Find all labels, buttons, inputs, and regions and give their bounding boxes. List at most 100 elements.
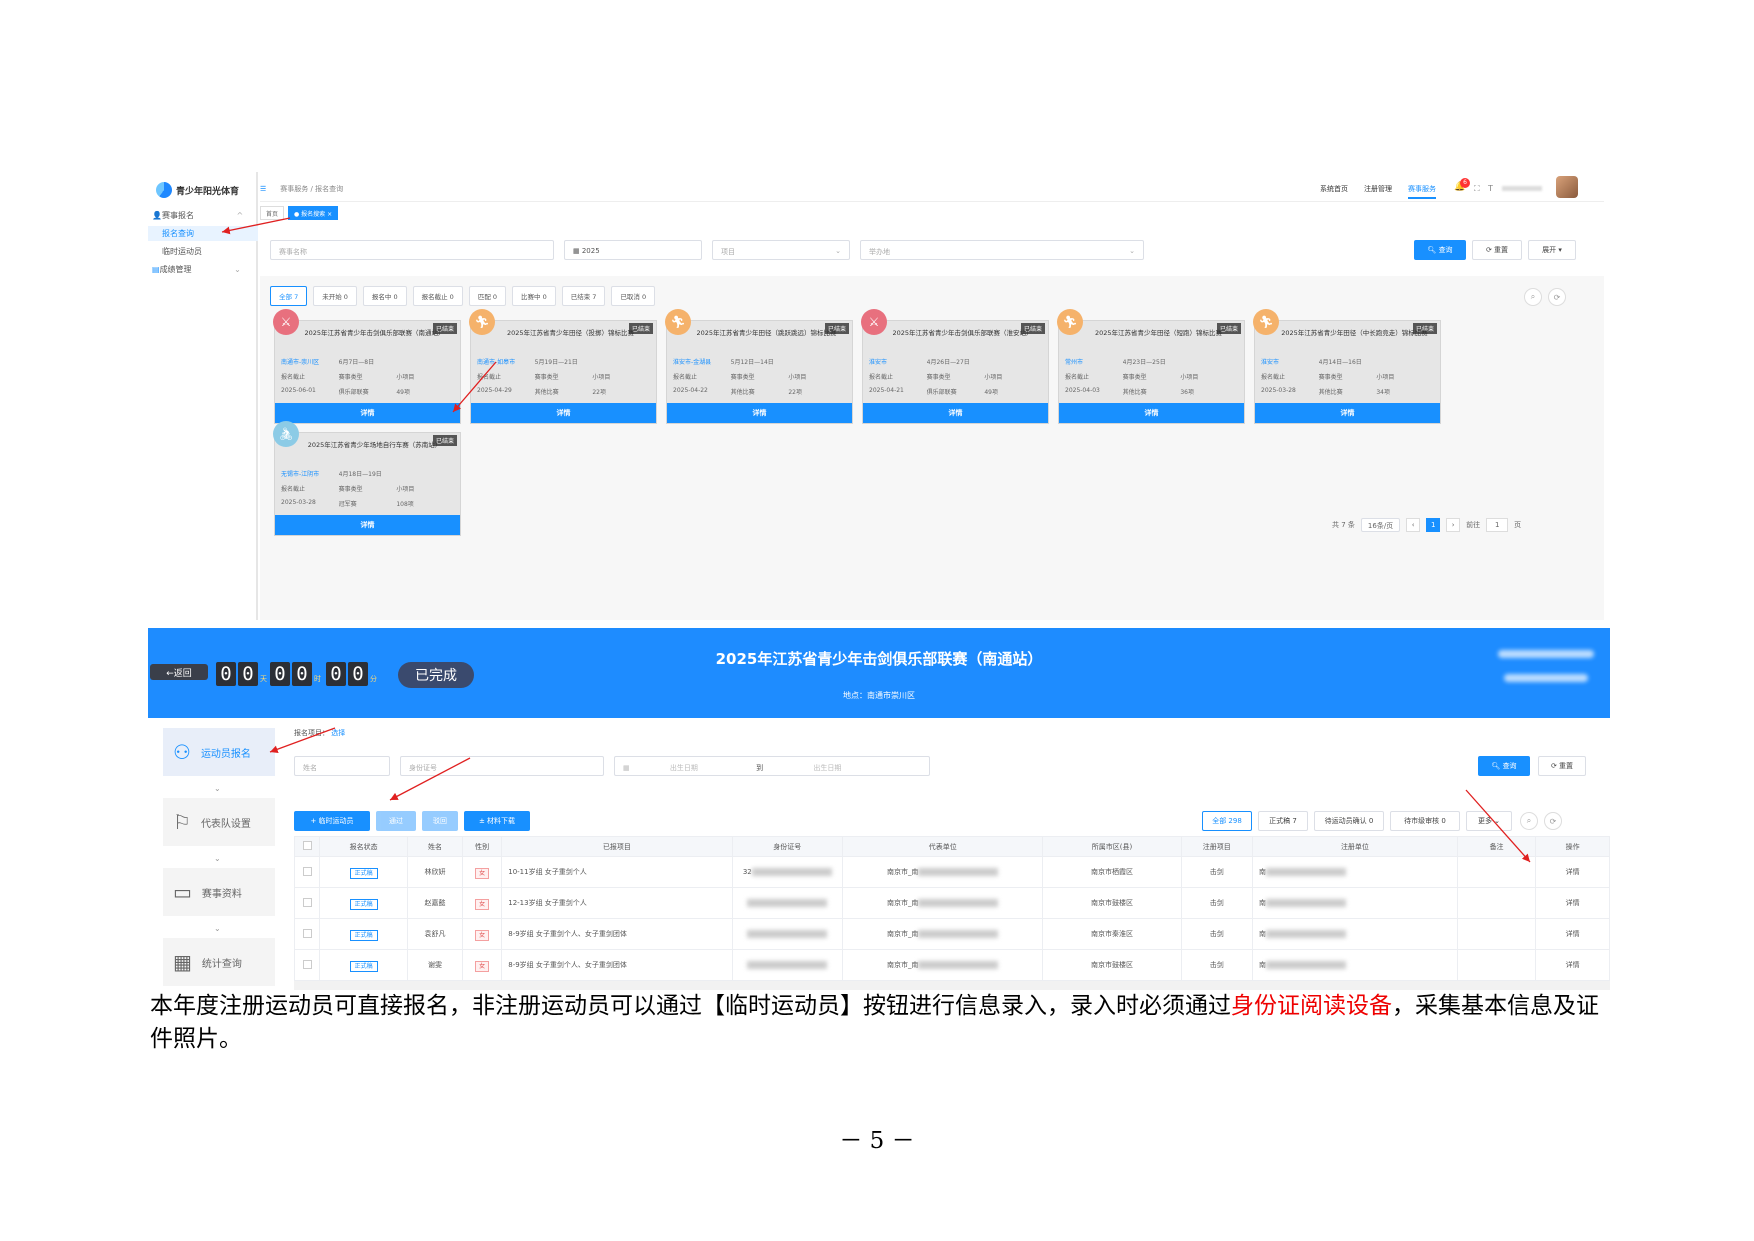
avatar[interactable] <box>1556 176 1578 198</box>
tab-reg-closed[interactable]: 报名截止 0 <box>412 286 463 306</box>
menu-icon[interactable]: ☰ <box>260 185 266 193</box>
unit-minute: 分 <box>370 675 377 683</box>
event-card: ⚔ 已结束 2025年江苏省青少年击剑俱乐部联赛（淮安站） 淮安市 4月26日—27日报… <box>861 309 1049 424</box>
tab-formal[interactable]: 正式稿 7 <box>1258 811 1308 831</box>
tab-not-started[interactable]: 未开始 0 <box>313 286 357 306</box>
detail-link[interactable]: 详情 <box>1535 949 1610 981</box>
tab-in-progress[interactable]: 比赛中 0 <box>512 286 556 306</box>
detail-button[interactable]: 详情 <box>667 403 852 423</box>
temp-athlete-button[interactable]: + 临时运动员 <box>294 811 370 831</box>
goto-input[interactable]: 1 <box>1486 518 1509 532</box>
menu-event-materials[interactable]: ▭ 赛事资料 <box>163 868 275 916</box>
tag-current[interactable]: ● 报名搜索 × <box>288 206 339 220</box>
card-count: 22项 <box>592 389 606 396</box>
tab-cancelled[interactable]: 已取消 0 <box>611 286 656 306</box>
row-checkbox[interactable] <box>302 897 312 907</box>
event-card: 🏃︎ 已结束 2025年江苏省青少年田径（短跑）锦标比赛 常州市 4月23日—25日 报名… <box>1057 309 1245 424</box>
athlete-reset-button[interactable]: ⟳ 重置 <box>1538 756 1586 776</box>
tab-matching[interactable]: 匹配 0 <box>468 286 507 306</box>
sidebar-item-registration[interactable]: 👤赛事报名 ^ <box>152 210 243 221</box>
menu-team-settings[interactable]: ⚐ 代表队设置 <box>163 798 275 846</box>
detail-button[interactable]: 详情 <box>275 403 460 423</box>
birth-date-range[interactable]: ▦ 出生日期 到 出生日期 <box>614 756 930 776</box>
type-label: 赛事类型 <box>1122 374 1147 381</box>
item-select[interactable]: 项目 ⌄ <box>712 240 850 260</box>
sidebar-item-query[interactable]: 报名查询 <box>148 226 258 241</box>
nav-home[interactable]: 系统首页 <box>1320 184 1348 194</box>
id-input[interactable]: 身份证号 <box>400 756 604 776</box>
year-picker[interactable]: ▦ 2025 <box>564 240 702 260</box>
folder-icon: ▭ <box>173 880 192 904</box>
reject-button[interactable]: 驳回 <box>422 811 458 831</box>
sidebar-item-results[interactable]: ▤成绩管理 ⌄ <box>152 264 241 275</box>
search-icon[interactable]: ⌕ <box>1520 812 1538 830</box>
chevron-down-icon: ⌄ <box>214 784 221 793</box>
tab-registering[interactable]: 报名中 0 <box>362 286 407 306</box>
item-select-link[interactable]: 选择 <box>331 729 345 737</box>
id-blurred <box>747 930 828 938</box>
menu-athlete-registration[interactable]: ⚇ 运动员报名 <box>163 728 275 776</box>
reset-button[interactable]: ⟳ 重置 <box>1472 240 1522 260</box>
row-checkbox[interactable] <box>302 928 312 938</box>
row-checkbox[interactable] <box>302 866 312 876</box>
detail-button[interactable]: 详情 <box>863 403 1048 423</box>
detail-button[interactable]: 详情 <box>1059 403 1244 423</box>
expand-button[interactable]: 展开 ▾ <box>1528 240 1576 260</box>
row-checkbox[interactable] <box>302 959 312 969</box>
refresh-icon[interactable]: ⟳ <box>1548 288 1566 306</box>
name-input[interactable]: 姓名 <box>294 756 390 776</box>
nav-registration-mgmt[interactable]: 注册管理 <box>1364 184 1392 194</box>
material-download-button[interactable]: ± 材料下载 <box>464 811 530 831</box>
person-icon: ⚇ <box>173 740 191 764</box>
deadline-label: 报名截止 <box>673 374 698 381</box>
athlete-name[interactable]: 赵嘉懿 <box>406 887 464 919</box>
detail-button[interactable]: 详情 <box>471 403 656 423</box>
sidebar: 青少年阳光体育 👤赛事报名 ^ 报名查询 临时运动员 ▤成绩管理 ⌄ <box>148 172 258 620</box>
detail-link[interactable]: 详情 <box>1535 856 1610 888</box>
event-name-input[interactable]: 赛事名称 <box>270 240 554 260</box>
tab-pending-city[interactable]: 待市级审核 0 <box>1390 811 1460 831</box>
more-dropdown[interactable]: 更多 ⌄ <box>1466 811 1512 831</box>
menu-statistics[interactable]: ▦ 统计查询 <box>163 938 275 986</box>
running-icon: 🏃︎ <box>1057 309 1083 335</box>
detail-link[interactable]: 详情 <box>1535 918 1610 950</box>
card-location: 南通市-如皋市 <box>477 359 516 366</box>
font-size-icon[interactable]: T <box>1488 184 1493 193</box>
sidebar-item-temp-athlete[interactable]: 临时运动员 <box>162 246 202 257</box>
tab-all-athletes[interactable]: 全部 298 <box>1202 811 1252 831</box>
page-current[interactable]: 1 <box>1426 518 1441 532</box>
rep-unit: 南京市_南 <box>886 868 919 876</box>
registered-items: 12-13岁组 女子重剑个人 <box>501 887 733 919</box>
tab-finished[interactable]: 已结束 7 <box>561 286 606 306</box>
athlete-name[interactable]: 林欣妍 <box>406 856 464 888</box>
tab-pending-athlete[interactable]: 待运动员确认 0 <box>1314 811 1384 831</box>
search-button[interactable]: 🔍︎ 查询 <box>1414 240 1466 260</box>
fullscreen-icon[interactable]: ⛶ <box>1474 184 1480 194</box>
page-size-select[interactable]: 16条/页 <box>1360 518 1401 532</box>
column-header[interactable] <box>293 836 321 857</box>
refresh-icon: ⟳ <box>1550 762 1557 770</box>
gender-tag: 女 <box>475 929 490 941</box>
tag-home[interactable]: 首页 <box>260 206 285 220</box>
running-icon: 🏃︎ <box>1253 309 1279 335</box>
athlete-name[interactable]: 谢雯 <box>406 949 464 981</box>
detail-button[interactable]: 详情 <box>275 515 460 535</box>
approve-button[interactable]: 通过 <box>376 811 416 831</box>
host-select[interactable]: 举办地 ⌄ <box>860 240 1144 260</box>
card-dates: 4月14日—16日 <box>1318 359 1362 366</box>
tab-all[interactable]: 全部 7 <box>270 286 308 306</box>
refresh-icon[interactable]: ⟳ <box>1544 812 1562 830</box>
prev-page-icon[interactable]: ‹ <box>1406 518 1421 532</box>
search-icon[interactable]: ⌕ <box>1524 288 1542 306</box>
athlete-name[interactable]: 袁舒凡 <box>406 918 464 950</box>
athlete-search-button[interactable]: 🔍︎ 查询 <box>1478 756 1530 776</box>
select-all-checkbox[interactable] <box>302 841 312 850</box>
detail-button[interactable]: 详情 <box>1255 403 1440 423</box>
nav-event-service[interactable]: 赛事服务 <box>1408 184 1436 199</box>
deadline-label: 报名截止 <box>1261 374 1286 381</box>
search-icon: 🔍︎ <box>1491 762 1501 770</box>
detail-link[interactable]: 详情 <box>1535 887 1610 919</box>
next-page-icon[interactable]: › <box>1446 518 1461 532</box>
table-row: 正式稿 谢雯女 8-9岁组 女子重剑个人、女子重剑团体 南京市_南 南京市鼓楼区 击剑南 详… <box>293 949 1610 981</box>
card-count: 49项 <box>396 389 410 396</box>
